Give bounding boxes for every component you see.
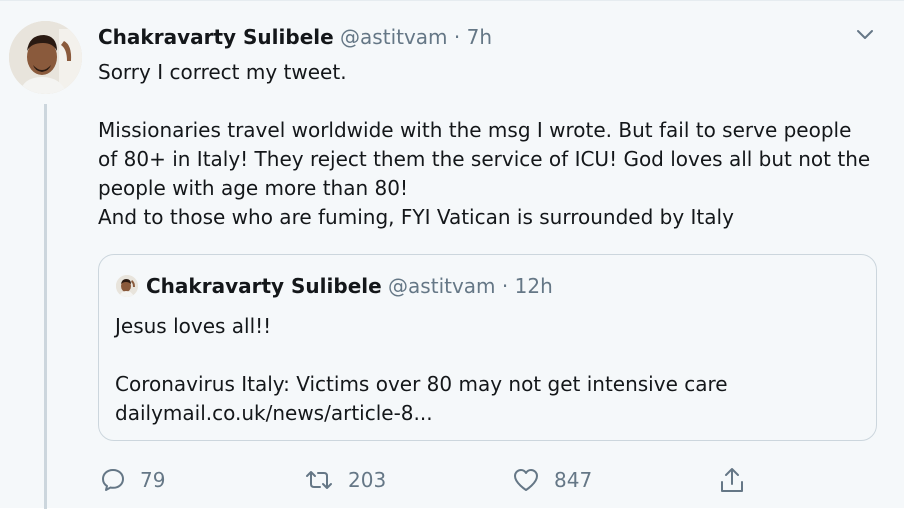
retweet-count: 203 bbox=[348, 468, 387, 492]
reply-count: 79 bbox=[140, 468, 166, 492]
quoted-text-line: dailymail.co.uk/news/article-8... bbox=[115, 401, 433, 425]
tweet-text-spacer bbox=[98, 87, 878, 116]
author-handle[interactable]: @astitvam bbox=[340, 25, 448, 49]
quoted-author-name: Chakravarty Sulibele bbox=[146, 274, 382, 298]
tweet-text-line: Missionaries travel worldwide with the m… bbox=[98, 118, 852, 142]
quoted-tweet-header: Chakravarty Sulibele @astitvam · 12h bbox=[116, 272, 553, 300]
quoted-text-line: Jesus loves all!! bbox=[115, 314, 272, 338]
retweet-arrows-icon bbox=[306, 471, 332, 489]
quoted-tweet-time: 12h bbox=[514, 274, 553, 298]
speech-bubble-icon bbox=[102, 469, 124, 491]
tweet-header: Chakravarty Sulibele @astitvam · 7h bbox=[98, 23, 492, 51]
like-button[interactable]: 847 bbox=[512, 463, 592, 497]
heart-icon bbox=[514, 469, 538, 491]
tweet-actions-bar: 79 203 847 bbox=[100, 463, 760, 497]
quoted-text-spacer bbox=[115, 341, 855, 370]
tweet-text: Sorry I correct my tweet. Missionaries t… bbox=[98, 58, 878, 232]
share-button[interactable] bbox=[718, 463, 760, 497]
thread-line bbox=[44, 104, 47, 509]
tweet-card[interactable]: Chakravarty Sulibele @astitvam · 7h Sorr… bbox=[0, 0, 904, 509]
tweet-text-line: people with age more than 80! bbox=[98, 176, 408, 200]
like-count: 847 bbox=[554, 468, 593, 492]
quoted-tweet-text: Jesus loves all!! Coronavirus Italy: Vic… bbox=[115, 312, 855, 428]
quoted-author-handle: @astitvam bbox=[388, 274, 496, 298]
quoted-tweet[interactable]: Chakravarty Sulibele @astitvam · 12h Jes… bbox=[98, 254, 877, 441]
quoted-meta-separator: · bbox=[501, 274, 509, 298]
quoted-text-line: Coronavirus Italy: Victims over 80 may n… bbox=[115, 372, 728, 396]
author-avatar[interactable] bbox=[9, 21, 82, 94]
quoted-author-avatar bbox=[116, 275, 138, 297]
tweet-time[interactable]: 7h bbox=[467, 25, 492, 49]
more-options-chevron-down-icon[interactable] bbox=[853, 25, 877, 45]
tweet-text-line: of 80+ in Italy! They reject them the se… bbox=[98, 147, 871, 171]
author-name[interactable]: Chakravarty Sulibele bbox=[98, 25, 334, 49]
meta-separator: · bbox=[453, 25, 461, 49]
retweet-button[interactable]: 203 bbox=[304, 463, 386, 497]
tweet-text-line: And to those who are fuming, FYI Vatican… bbox=[98, 205, 734, 229]
share-upload-icon bbox=[721, 468, 743, 492]
tweet-text-line: Sorry I correct my tweet. bbox=[98, 60, 347, 84]
reply-button[interactable]: 79 bbox=[100, 463, 165, 497]
